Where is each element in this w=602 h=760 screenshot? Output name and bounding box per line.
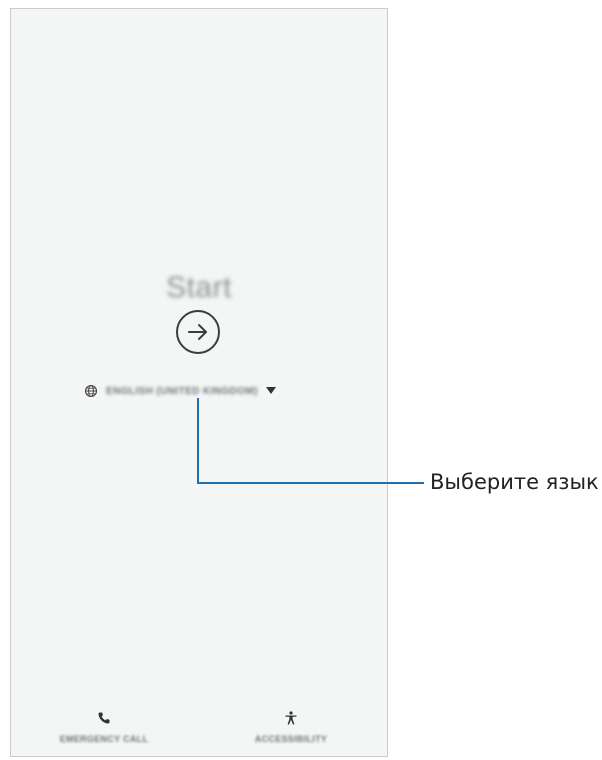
phone-icon xyxy=(98,712,110,724)
callout-line-vertical xyxy=(197,398,199,484)
emergency-call-label: EMERGENCY CALL xyxy=(59,734,149,744)
start-button[interactable] xyxy=(176,310,220,354)
globe-icon xyxy=(84,384,98,398)
language-label: ENGLISH (UNITED KINGDOM) xyxy=(106,385,258,397)
language-selector[interactable]: ENGLISH (UNITED KINGDOM) xyxy=(84,383,324,399)
callout-line-horizontal xyxy=(197,482,424,484)
accessibility-label: ACCESSIBILITY xyxy=(254,734,328,744)
emergency-call-button[interactable]: EMERGENCY CALL xyxy=(39,711,169,747)
arrow-right-icon xyxy=(188,324,207,340)
phone-screen: Start ENGLISH (UNITED KINGDOM) EMERGENCY… xyxy=(10,8,388,757)
callout-label: Выберите язык xyxy=(430,470,599,494)
accessibility-button[interactable]: ACCESSIBILITY xyxy=(226,711,356,747)
page-title: Start xyxy=(166,271,232,304)
chevron-down-icon[interactable] xyxy=(265,387,276,395)
accessibility-icon xyxy=(285,711,297,725)
